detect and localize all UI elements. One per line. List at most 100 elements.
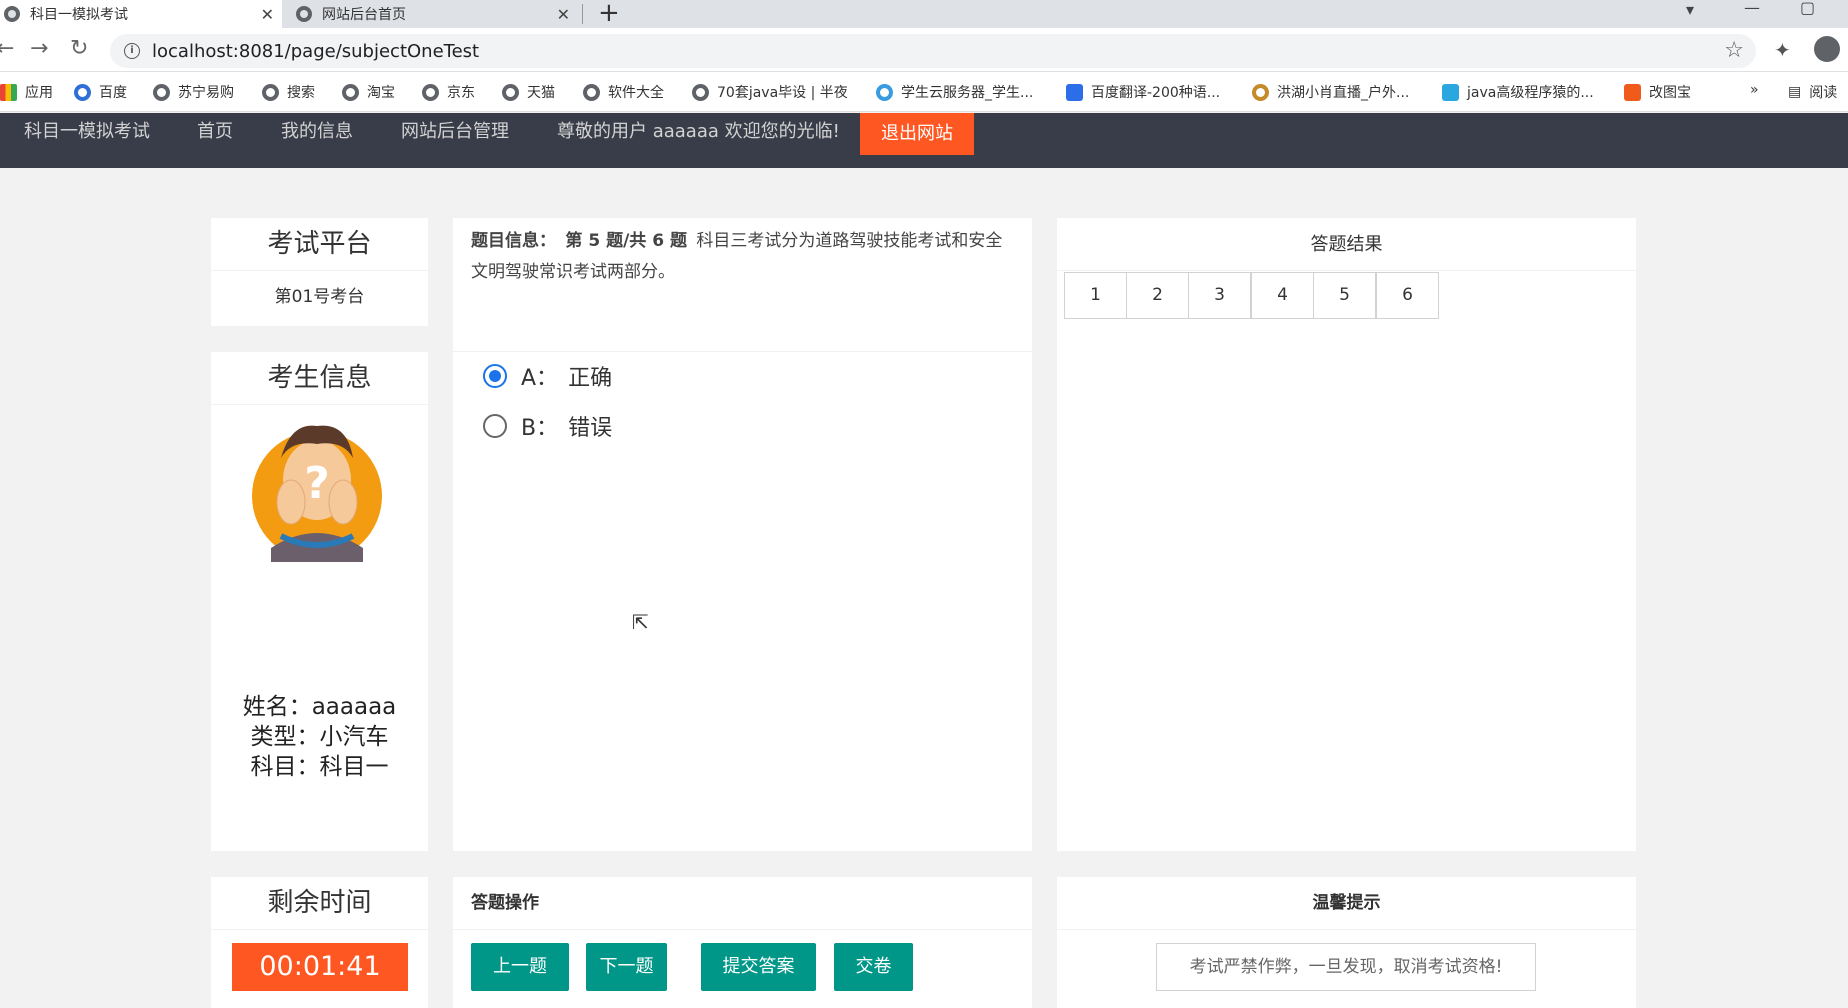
bookmark-label: 搜索 <box>287 85 315 101</box>
tab-subject-one-test[interactable]: 科目一模拟考试 ✕ <box>0 0 282 28</box>
bookmark-label: 天猫 <box>527 85 555 101</box>
logout-button[interactable]: 退出网站 <box>860 113 974 155</box>
bookmarks-bar: 应用 百度 苏宁易购 搜索 淘宝 京东 天猫 软件大全 70套java毕设 | … <box>0 72 1848 112</box>
option-b-key: B： <box>521 416 559 441</box>
reading-list-icon: ▤ <box>1788 84 1802 100</box>
bookmark-baidu-translate[interactable]: 百度翻译-200种语... <box>1066 82 1220 102</box>
bookmark-software[interactable]: 软件大全 <box>583 82 664 102</box>
question-number-button[interactable]: 4 <box>1251 272 1314 319</box>
tips-panel: 温馨提示 考试严禁作弊，一旦发现，取消考试资格! <box>1057 877 1636 1008</box>
answer-actions-panel: 答题操作 上一题 下一题 提交答案 交卷 <box>453 877 1032 1008</box>
bookmark-label: 百度翻译-200种语... <box>1091 85 1221 101</box>
bookmark-label: 阅读 <box>1809 85 1838 101</box>
tab-search-icon[interactable]: ▾ <box>1686 0 1694 19</box>
profile-avatar-icon[interactable] <box>1814 36 1840 62</box>
bookmark-java-projects[interactable]: 70套java毕设 | 半夜 <box>692 82 848 102</box>
option-b-text: 错误 <box>568 416 613 441</box>
candidate-vehicle-type: 类型：小汽车 <box>250 724 389 750</box>
globe-icon <box>692 83 709 101</box>
welcome-message: 尊敬的用户 aaaaaa 欢迎您的光临! <box>557 121 840 142</box>
globe-icon <box>296 6 312 22</box>
reading-list[interactable]: ▤ 阅读 <box>1788 82 1837 102</box>
question-number-button[interactable]: 2 <box>1126 272 1189 319</box>
tips-title: 温馨提示 <box>1057 877 1636 930</box>
question-number-button[interactable]: 6 <box>1376 272 1439 319</box>
reload-icon[interactable]: ↻ <box>70 36 88 61</box>
option-b[interactable]: B： 错误 <box>483 410 612 442</box>
answer-results-panel: 答题结果 1 2 3 4 5 6 <box>1057 218 1636 851</box>
exam-platform-panel: 考试平台 第01号考台 <box>211 218 428 326</box>
bookmark-apps[interactable]: 应用 <box>0 82 53 102</box>
bookmark-label: 软件大全 <box>608 85 664 101</box>
bookmark-suning[interactable]: 苏宁易购 <box>153 82 234 102</box>
url-text: localhost:8081/page/subjectOneTest <box>152 40 480 62</box>
browser-tab-bar: 科目一模拟考试 ✕ 网站后台首页 ✕ + ▾ — ▢ <box>0 0 1848 28</box>
apps-grid-icon <box>0 83 17 101</box>
option-a-key: A： <box>521 366 559 391</box>
exam-station: 第01号考台 <box>274 287 365 307</box>
option-a[interactable]: A： 正确 <box>483 360 612 392</box>
bookmark-label: 苏宁易购 <box>178 85 234 101</box>
nav-item-subject-one[interactable]: 科目一模拟考试 <box>24 117 150 147</box>
candidate-subject: 科目：科目一 <box>250 754 389 780</box>
bookmark-label: 学生云服务器_学生... <box>901 85 1034 101</box>
translate-icon <box>1066 83 1083 101</box>
submit-answer-button[interactable]: 提交答案 <box>701 943 816 991</box>
info-icon[interactable]: i <box>124 43 140 59</box>
bookmarks-overflow[interactable]: » <box>1750 82 1759 98</box>
question-number-button[interactable]: 3 <box>1188 272 1251 319</box>
nav-item-my-info[interactable]: 我的信息 <box>281 117 353 147</box>
bookmark-gaitubao[interactable]: 改图宝 <box>1624 82 1691 102</box>
candidate-avatar: ? <box>251 418 383 562</box>
exam-platform-title: 考试平台 <box>211 218 428 271</box>
close-icon[interactable]: ✕ <box>261 5 274 24</box>
candidate-info-title: 考生信息 <box>211 352 428 405</box>
bookmark-star-icon[interactable]: ☆ <box>1724 38 1744 63</box>
prev-question-button[interactable]: 上一题 <box>471 943 569 991</box>
back-icon[interactable]: ← <box>0 36 14 61</box>
bookmark-label: 京东 <box>447 85 475 101</box>
bookmark-honghu-live[interactable]: 洪湖小肖直播_户外... <box>1252 82 1409 102</box>
confused-person-icon: ? <box>252 425 382 562</box>
maximize-icon[interactable]: ▢ <box>1800 0 1815 17</box>
bookmark-baidu[interactable]: 百度 <box>74 82 127 102</box>
bookmark-label: 应用 <box>25 85 53 101</box>
answer-results-title: 答题结果 <box>1057 218 1636 271</box>
option-a-text: 正确 <box>568 366 613 391</box>
nav-item-admin[interactable]: 网站后台管理 <box>401 117 509 147</box>
bookmark-tmall[interactable]: 天猫 <box>502 82 555 102</box>
radio-selected-icon[interactable] <box>483 364 507 388</box>
url-bar[interactable]: i localhost:8081/page/subjectOneTest ☆ <box>110 34 1756 68</box>
minimize-icon[interactable]: — <box>1744 0 1760 17</box>
bookmark-java-senior[interactable]: java高级程序猿的... <box>1442 82 1594 102</box>
bookmark-label: 百度 <box>99 85 127 101</box>
live-stream-icon <box>1252 83 1269 101</box>
extensions-icon[interactable]: ✦ <box>1774 38 1791 62</box>
radio-unselected-icon[interactable] <box>483 414 507 438</box>
mouse-cursor-icon: ⇱ <box>632 610 649 634</box>
next-question-button[interactable]: 下一题 <box>586 943 667 991</box>
bilibili-tv-icon <box>1442 83 1459 101</box>
nav-item-home[interactable]: 首页 <box>197 117 233 147</box>
candidate-details: 姓名：aaaaaa 类型：小汽车 科目：科目一 <box>211 692 428 782</box>
question-progress: 第 5 题/共 6 题 <box>565 231 687 251</box>
hand-in-paper-button[interactable]: 交卷 <box>834 943 913 991</box>
bookmark-search[interactable]: 搜索 <box>262 82 315 102</box>
new-tab-icon[interactable]: + <box>598 0 620 28</box>
tab-title: 科目一模拟考试 <box>30 7 128 23</box>
divider <box>453 351 1032 352</box>
bookmark-student-server[interactable]: 学生云服务器_学生... <box>876 82 1033 102</box>
tab-admin-home[interactable]: 网站后台首页 ✕ <box>296 0 578 28</box>
question-number-button[interactable]: 5 <box>1313 272 1376 319</box>
globe-icon <box>422 83 439 101</box>
bookmark-taobao[interactable]: 淘宝 <box>342 82 395 102</box>
forward-icon[interactable]: → <box>30 36 48 61</box>
site-top-nav: 科目一模拟考试 首页 我的信息 网站后台管理 尊敬的用户 aaaaaa 欢迎您的… <box>0 113 1848 168</box>
question-number-button[interactable]: 1 <box>1064 272 1127 319</box>
question-panel: 题目信息： 第 5 题/共 6 题 科目三考试分为道路驾驶技能考试和安全文明驾驶… <box>453 218 1032 851</box>
close-icon[interactable]: ✕ <box>557 5 570 24</box>
tab-title: 网站后台首页 <box>322 7 406 23</box>
overflow-chevron-icon: » <box>1750 82 1759 98</box>
globe-icon <box>342 83 359 101</box>
bookmark-jd[interactable]: 京东 <box>422 82 475 102</box>
